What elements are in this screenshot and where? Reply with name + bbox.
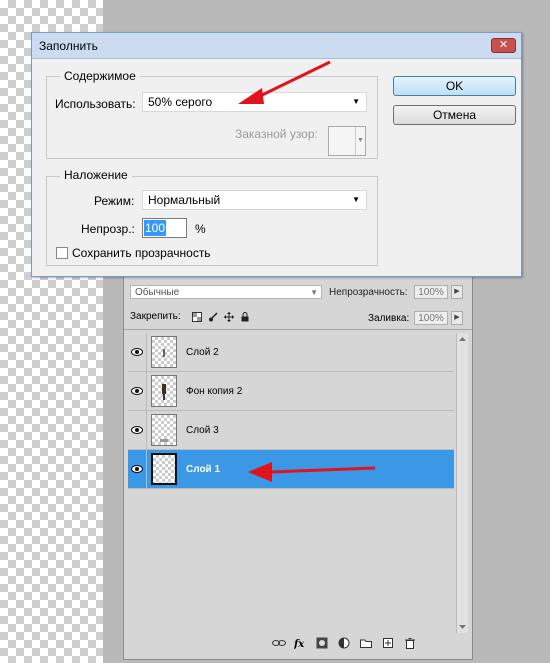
contents-legend: Содержимое — [60, 69, 140, 83]
layer-row[interactable]: Фон копия 2 — [128, 372, 454, 411]
opacity-input[interactable]: 100 — [142, 218, 187, 238]
preserve-label: Сохранить прозрачность — [72, 246, 211, 260]
layer-actions: fx — [272, 637, 416, 650]
layer-thumbnail — [151, 414, 177, 446]
fill-arrow-icon[interactable]: ▶ — [451, 311, 463, 325]
blend-mode-value: Обычные — [135, 287, 180, 298]
opacity-arrow-icon[interactable]: ▶ — [451, 285, 463, 299]
layer-thumbnail — [151, 336, 177, 368]
fx-icon[interactable]: fx — [293, 637, 306, 650]
layer-thumbnail — [151, 453, 177, 485]
layer-list: Слой 2 Фон копия 2 Слой 3 Слой 1 — [128, 333, 454, 489]
blend-mode-select[interactable]: Обычные ▼ — [130, 285, 322, 299]
cancel-button[interactable]: Отмена — [393, 105, 516, 125]
layer-row-selected[interactable]: Слой 1 — [128, 450, 454, 489]
layer-name: Фон копия 2 — [186, 385, 243, 397]
blending-legend: Наложение — [60, 168, 132, 182]
eye-icon[interactable] — [128, 333, 147, 371]
use-label: Использовать: — [55, 97, 136, 111]
chevron-down-icon: ▼ — [352, 97, 360, 106]
pattern-picker[interactable]: ▼ — [328, 126, 366, 156]
chevron-down-icon: ▼ — [352, 195, 360, 204]
dialog-title: Заполнить — [39, 39, 98, 53]
layer-row[interactable]: Слой 2 — [128, 333, 454, 372]
layers-panel: Обычные ▼ Непрозрачность: 100% ▶ Закрепи… — [123, 270, 473, 660]
adjustment-icon[interactable] — [338, 637, 350, 649]
layer-thumbnail — [151, 375, 177, 407]
close-button[interactable]: ✕ — [491, 38, 516, 53]
opacity-label: Непрозрачность: — [329, 287, 408, 298]
folder-icon[interactable] — [360, 637, 372, 649]
fill-label: Заливка: — [368, 313, 410, 324]
divider — [124, 329, 472, 330]
scrollbar[interactable] — [456, 333, 468, 633]
mode-label: Режим: — [94, 194, 135, 208]
move-icon[interactable] — [224, 311, 234, 322]
svg-text:fx: fx — [294, 639, 305, 649]
ok-button[interactable]: OK — [393, 76, 516, 96]
lock-icons — [192, 311, 250, 322]
fill-field[interactable]: 100% — [414, 311, 448, 325]
pattern-label: Заказной узор: — [235, 127, 318, 141]
layer-name: Слой 2 — [186, 346, 219, 358]
layer-name: Слой 1 — [186, 463, 221, 475]
lock-icon[interactable] — [240, 311, 250, 322]
layer-row[interactable]: Слой 3 — [128, 411, 454, 450]
mode-select[interactable]: Нормальный ▼ — [142, 190, 367, 210]
opacity-field[interactable]: 100% — [414, 285, 448, 299]
fill-dialog: Заполнить ✕ Содержимое Использовать: 50%… — [31, 32, 522, 277]
eye-icon[interactable] — [128, 372, 147, 410]
use-value: 50% серого — [148, 95, 213, 109]
brush-icon[interactable] — [208, 311, 218, 322]
preserve-checkbox[interactable] — [56, 247, 68, 259]
mask-icon[interactable] — [316, 637, 328, 649]
eye-icon[interactable] — [128, 450, 147, 488]
new-layer-icon[interactable] — [382, 637, 394, 649]
use-select[interactable]: 50% серого ▼ — [142, 92, 367, 112]
titlebar[interactable]: Заполнить ✕ — [32, 33, 521, 59]
mode-value: Нормальный — [148, 193, 221, 207]
percent-unit: % — [195, 222, 206, 236]
layer-name: Слой 3 — [186, 424, 219, 436]
eye-icon[interactable] — [128, 411, 147, 449]
chevron-down-icon: ▼ — [310, 288, 318, 297]
trash-icon[interactable] — [404, 637, 416, 649]
lock-label: Закрепить: — [130, 311, 181, 322]
opacity-label: Непрозр.: — [81, 222, 135, 236]
lock-transparent-icon[interactable] — [192, 311, 202, 322]
chevron-down-icon: ▼ — [355, 127, 365, 155]
link-icon[interactable] — [272, 637, 286, 649]
opacity-value: 100 — [144, 220, 167, 236]
